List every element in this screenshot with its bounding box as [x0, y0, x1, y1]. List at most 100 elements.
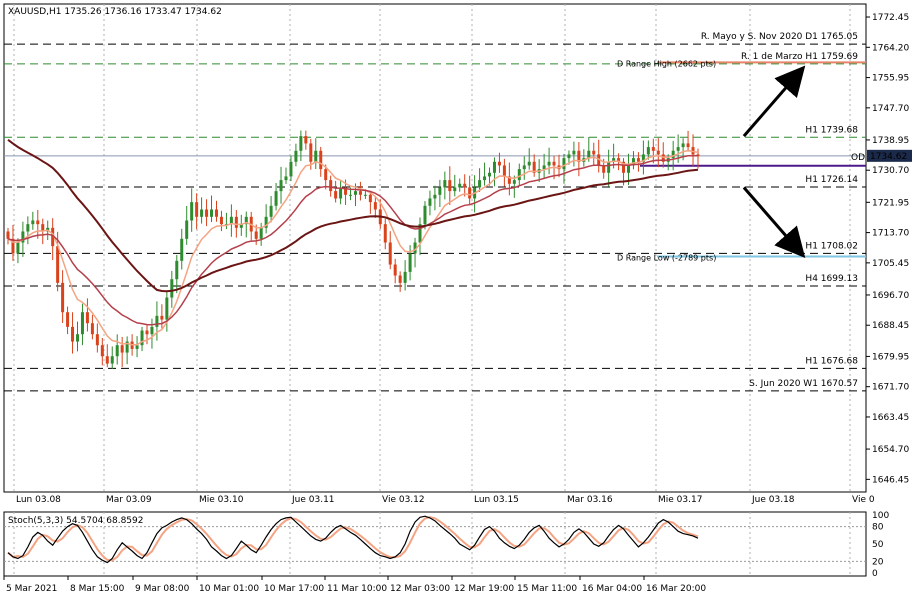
candle-body [85, 312, 89, 324]
candle-body [368, 194, 372, 203]
candle-body [349, 194, 353, 196]
candle-body [170, 279, 174, 298]
x-tick-label: Jue 03.18 [751, 495, 795, 505]
time-tick-label: 12 Mar 19:00 [454, 584, 514, 594]
candle-body [95, 334, 99, 346]
candle-body [438, 187, 442, 195]
candle-body [195, 202, 199, 217]
candle-body [105, 356, 109, 364]
candle-body [66, 312, 70, 327]
time-tick-label: 5 Mar 2021 [6, 584, 57, 594]
level-label: H1 1726.14 [805, 175, 858, 185]
time-tick-label: 10 Mar 01:00 [199, 584, 259, 594]
candle-body [453, 187, 457, 192]
candle-body [686, 143, 690, 148]
time-tick-label: 16 Mar 04:00 [582, 584, 642, 594]
y-tick-label: 1696.70 [872, 291, 909, 301]
candle-body [562, 158, 566, 170]
level-label: D Range Low (-2789 pts) [617, 253, 716, 262]
candle-body [527, 161, 531, 166]
candle-body [284, 176, 288, 181]
y-tick-label: 1705.45 [872, 259, 909, 269]
level-label: R. 1 de Marzo H1 1759.69 [741, 52, 858, 62]
candle-body [165, 297, 169, 320]
x-tick-label: Mar 03.16 [567, 495, 613, 505]
candle-body [458, 183, 462, 188]
candle-body [71, 326, 75, 342]
candle-body [190, 202, 194, 221]
stoch-y-tick: 0 [872, 569, 878, 579]
y-tick-label: 1738.95 [872, 136, 909, 146]
stoch-y-tick: 50 [872, 540, 884, 550]
level-label: H1 1708.02 [805, 241, 858, 251]
candle-body [522, 165, 526, 170]
candle-body [100, 345, 104, 357]
candle-body [373, 202, 377, 210]
candle-body [363, 194, 367, 196]
candle-body [334, 191, 338, 199]
candle-body [408, 253, 412, 272]
candle-body [492, 161, 496, 173]
candle-body [329, 180, 333, 192]
stoch-y-tick: 100 [872, 511, 889, 521]
y-tick-label: 1721.95 [872, 198, 909, 208]
candle-body [254, 231, 258, 239]
y-tick-label: 1713.70 [872, 229, 909, 239]
candle-body [443, 180, 447, 188]
level-label: H4 1699.13 [805, 274, 858, 284]
candle-body [627, 165, 631, 173]
candle-body [587, 150, 591, 159]
candle-body [383, 224, 387, 243]
candle-body [319, 150, 323, 170]
y-tick-label: 1747.70 [872, 104, 909, 114]
candle-body [279, 180, 283, 192]
time-tick-label: 8 Mar 15:00 [70, 584, 125, 594]
level-label: R. Mayo y S. Nov 2020 D1 1765.05 [701, 32, 858, 42]
candle-body [115, 345, 119, 357]
candle-body [512, 180, 516, 184]
candle-body [324, 169, 328, 181]
level-label: D Range High (2662 pts) [617, 59, 716, 68]
candle-body [90, 323, 94, 335]
candle-body [214, 209, 218, 217]
candle-body [448, 180, 452, 192]
candle-body [219, 216, 223, 225]
chart-window: 1772.45 1764.20 1755.95 1747.70 1738.95 1730.… [0, 0, 912, 600]
candle-body [423, 205, 427, 225]
candle-body [289, 161, 293, 177]
candle-body [16, 242, 20, 254]
candle-body [497, 161, 501, 166]
candle-body [56, 246, 60, 283]
candle-body [155, 315, 159, 327]
candle-body [468, 187, 472, 199]
candle-body [80, 312, 84, 335]
x-tick-label: Vie 03.12 [382, 495, 425, 505]
candle-body [75, 334, 79, 342]
time-tick-label: 11 Mar 10:00 [327, 584, 387, 594]
level-label: H1 1676.68 [805, 356, 858, 366]
stoch-y-tick: 80 [872, 523, 884, 533]
stoch-y-tick: 20 [872, 557, 884, 567]
candle-body [478, 180, 482, 188]
candle-body [309, 143, 313, 162]
candle-body [676, 147, 680, 151]
x-tick-label: Mie 03.17 [658, 495, 702, 505]
candle-body [175, 260, 179, 280]
y-tick-label: 1646.45 [872, 475, 909, 485]
candle-body [205, 209, 209, 217]
candle-body [547, 161, 551, 166]
price-chart[interactable]: 1772.45 1764.20 1755.95 1747.70 1738.95 1730.… [0, 0, 912, 600]
time-tick-label: 16 Mar 20:00 [646, 584, 706, 594]
x-tick-label: Lun 03.15 [474, 495, 519, 505]
candle-body [120, 345, 124, 353]
candle-body [646, 147, 650, 155]
time-tick-label: 9 Mar 08:00 [135, 584, 190, 594]
candle-body [294, 150, 298, 162]
candle-body [433, 194, 437, 199]
candle-body [651, 147, 655, 151]
x-tick-label: Jue 03.11 [291, 495, 335, 505]
time-tick-label: 12 Mar 03:00 [390, 584, 450, 594]
candle-body [160, 315, 164, 320]
current-price-label: 1734.62 [870, 152, 907, 162]
candle-body [403, 271, 407, 283]
